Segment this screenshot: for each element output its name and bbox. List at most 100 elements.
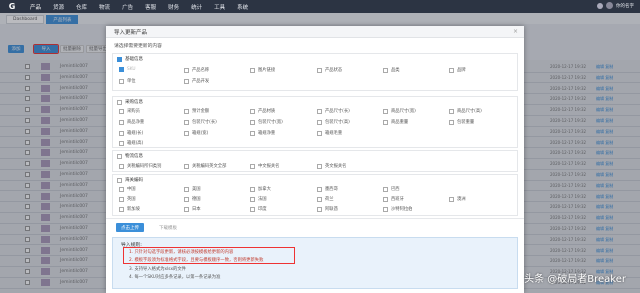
checkbox-icon [119,206,124,212]
checkbox-icon [184,108,189,114]
field-country-uk[interactable]: 英国 [119,196,136,202]
field-country-es[interactable]: 西班牙 [383,196,404,202]
checkbox-icon [184,78,189,84]
field-country-br[interactable]: 巴西 [383,186,400,192]
field-carton-gross-weight[interactable]: 箱规毛重 [317,130,342,136]
nav-item-stats[interactable]: 统计 [191,3,202,11]
section-header[interactable]: 基础信息 [117,56,143,62]
field-country-ca[interactable]: 加拿大 [250,186,271,192]
checkbox-icon [383,119,388,125]
close-icon[interactable]: × [513,28,518,35]
field-material[interactable]: 产品材质 [250,108,275,114]
field-pack-length[interactable]: 包装尺寸(长) [184,119,217,125]
rule-line: 3. 支持导入格式为xlsx的文件 [129,267,186,272]
field-country-fr[interactable]: 法国 [250,196,267,202]
field-product-width[interactable]: 商品尺寸(宽) [383,108,416,114]
checkbox-icon [119,108,124,114]
checkbox-icon [449,119,454,125]
nav-item-warehouse[interactable]: 仓库 [76,3,87,11]
checkbox-icon [250,108,255,114]
modal-hint: 请选择需要更新的内容 [114,44,162,49]
field-buyer[interactable]: 采购员 [119,108,140,114]
field-weight[interactable]: 商品重量 [383,119,408,125]
field-cn-declare-name[interactable]: 中文报关名 [250,163,279,169]
field-country-mx[interactable]: 墨西哥 [317,186,338,192]
field-country-cn[interactable]: 中国 [119,186,136,192]
checkbox-icon [317,67,322,73]
nav-item-ads[interactable]: 广告 [122,3,133,11]
user-name[interactable]: 你的名字 [616,3,634,9]
checkbox-icon [119,130,124,136]
field-pack-height[interactable]: 包装尺寸(高) [317,119,350,125]
nav-item-logistics[interactable]: 物流 [99,3,110,11]
field-country-sa[interactable]: 沙特阿拉伯 [383,206,412,212]
field-carton-length[interactable]: 箱规(长) [119,130,143,136]
nav-item-sourcing[interactable]: 货源 [53,3,64,11]
checkbox-icon[interactable] [117,177,122,183]
section-title: 海关编码 [125,178,143,183]
checkbox-icon [449,108,454,114]
field-product-length[interactable]: 产品尺寸(长) [317,108,350,114]
rule-line: 2. 模板字段须为标准格式字段，且要与模板顺序一致，否则将更新失败 [129,258,264,263]
field-carton-width[interactable]: 箱规(宽) [184,130,208,136]
field-pack-width[interactable]: 包装尺寸(宽) [250,119,283,125]
bell-icon[interactable] [597,2,603,9]
nav-item-system[interactable]: 系统 [237,3,248,11]
checkbox-icon[interactable] [117,56,122,62]
checkbox-icon[interactable] [117,153,122,159]
checkbox-icon [250,67,255,73]
checkbox-icon [184,186,189,192]
field-carton-height[interactable]: 箱规(高) [119,140,143,146]
field-product-status[interactable]: 产品状态 [317,67,342,73]
field-en-declare-name[interactable]: 英文报关名 [317,163,346,169]
download-template-link[interactable]: 下载模板 [154,223,182,232]
field-product-name[interactable]: 产品名称 [184,67,209,73]
nav-item-finance[interactable]: 财务 [168,3,179,11]
field-image-link[interactable]: 图片链接 [250,67,275,73]
field-unit[interactable]: 单位 [119,78,136,84]
nav-item-tools[interactable]: 工具 [214,3,225,11]
section-header[interactable]: 采购信息 [117,99,143,105]
upload-button[interactable]: 点击上传 [116,223,144,232]
field-pack-weight[interactable]: 包装重量 [449,119,474,125]
checkbox-icon [383,108,388,114]
checkbox-icon [317,186,322,192]
field-country-jp[interactable]: 日本 [184,206,201,212]
field-brand[interactable]: 品牌 [449,67,466,73]
checkbox-icon[interactable] [117,99,122,105]
field-net-weight[interactable]: 商品净重 [119,119,144,125]
section-header[interactable]: 海关编码 [117,177,143,183]
field-country-in[interactable]: 印度 [250,206,267,212]
checkbox-icon [184,119,189,125]
checkbox-icon [317,206,322,212]
nav-item-product[interactable]: 产品 [30,3,41,11]
field-hs-category[interactable]: 关税编码所归类别 [119,163,161,169]
field-carton-net-weight[interactable]: 箱规净重 [250,130,275,136]
modal-title: 导入更新产品 [114,29,148,36]
section-header[interactable]: 物流信息 [117,153,143,159]
checkbox-icon [119,140,124,146]
user-area: 你的名字 [597,2,634,9]
field-developer[interactable]: 产品开发 [184,78,209,84]
avatar[interactable] [606,2,613,9]
field-product-height[interactable]: 商品尺寸(高) [449,108,482,114]
field-country-au[interactable]: 澳洲 [449,196,466,202]
field-country-de[interactable]: 德国 [184,196,201,202]
section-customs-codes: 海关编码 中国 美国 加拿大 墨西哥 巴西 英国 德国 法国 荷兰 西班牙 澳洲… [112,174,518,216]
field-country-sg[interactable]: 新加坡 [119,206,140,212]
logo[interactable]: G [0,0,24,13]
nav-item-service[interactable]: 客服 [145,3,156,11]
import-update-modal: 导入更新产品 × 请选择需要更新的内容 基础信息 SKU 产品名称 图片链接 产… [106,26,524,293]
field-hs-english[interactable]: 关税编码英文全部 [184,163,226,169]
checkbox-icon [383,186,388,192]
section-logistics-info: 物流信息 关税编码所归类别 关税编码英文全部 中文报关名 英文报关名 [112,150,518,172]
field-country-nl[interactable]: 荷兰 [317,196,334,202]
field-country-us[interactable]: 美国 [184,186,201,192]
field-est-amount[interactable]: 预计金额 [184,108,209,114]
checkbox-icon [184,206,189,212]
checkbox-icon [119,119,124,125]
checkbox-icon [449,196,454,202]
field-category[interactable]: 品类 [383,67,400,73]
rule-line: 1. 只针对勾选字段更新，请核必须按模板给更新的内容 [129,250,234,255]
field-country-ae[interactable]: 阿联酋 [317,206,338,212]
